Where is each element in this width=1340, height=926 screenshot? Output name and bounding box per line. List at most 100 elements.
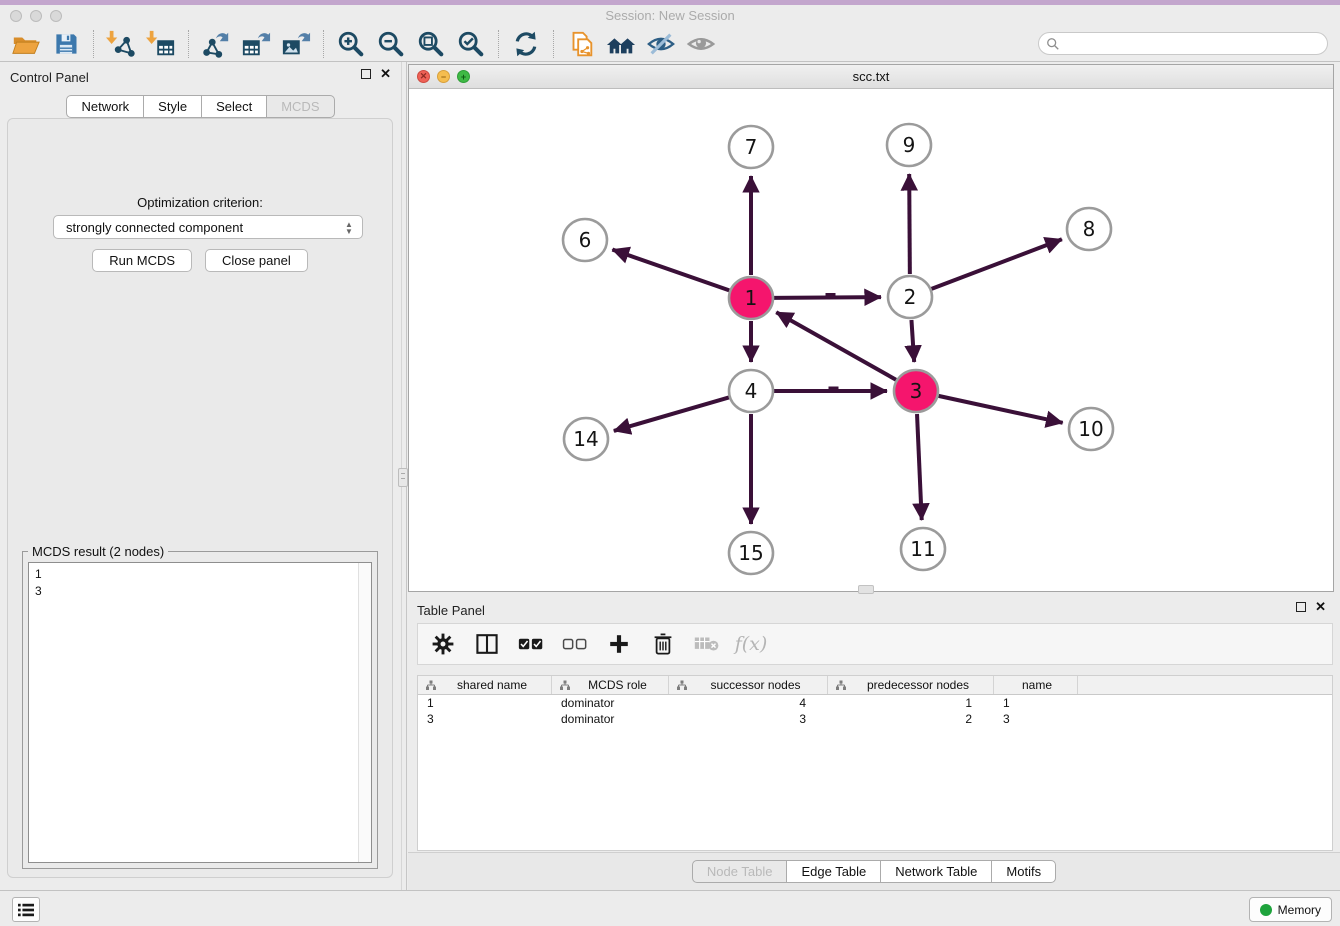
close-table-panel-icon[interactable]: ✕ (1315, 602, 1326, 612)
network-canvas-svg[interactable]: 7 9 6 8 1 2 4 3 14 10 15 11 (409, 89, 1333, 591)
deselect-all-button[interactable] (560, 629, 590, 659)
search-input[interactable] (1060, 35, 1327, 53)
graph-node-8[interactable]: 8 (1067, 208, 1111, 250)
table-row[interactable]: 3dominator323 (418, 711, 1332, 727)
graph-edge-4-14[interactable] (614, 397, 729, 430)
criterion-dropdown[interactable]: strongly connected component ▲▼ (53, 215, 363, 239)
graph-edge-2-3[interactable] (911, 320, 914, 362)
graph-edge-3-10[interactable] (938, 396, 1062, 423)
import-network-button[interactable] (101, 28, 141, 60)
import-table-button[interactable] (141, 28, 181, 60)
column-header-name[interactable]: name (994, 676, 1078, 694)
table-settings-button[interactable] (428, 629, 458, 659)
zoom-fit-icon (416, 29, 446, 59)
graph-edge-1-2[interactable] (774, 297, 881, 298)
table-cell[interactable]: 2 (828, 711, 994, 727)
graph-edge-2-8[interactable] (932, 239, 1062, 289)
graph-node-4[interactable]: 4 (729, 370, 773, 412)
table-cell[interactable]: 3 (994, 711, 1078, 727)
refresh-button[interactable] (506, 28, 546, 60)
toggle-columns-button[interactable] (472, 629, 502, 659)
search-box[interactable] (1038, 32, 1328, 55)
graph-node-11[interactable]: 11 (901, 528, 945, 570)
zoom-fit-button[interactable] (411, 28, 451, 60)
node-table[interactable]: shared nameMCDS rolesuccessor nodesprede… (417, 675, 1333, 851)
table-cell[interactable]: 4 (669, 695, 828, 711)
memory-button[interactable]: Memory (1249, 897, 1332, 922)
table-cell[interactable]: dominator (552, 695, 669, 711)
graph-node-6[interactable]: 6 (563, 219, 607, 261)
node-label: 9 (903, 133, 916, 157)
export-image-button[interactable] (276, 28, 316, 60)
export-table-button[interactable] (236, 28, 276, 60)
tab-network[interactable]: Network (66, 95, 144, 118)
graph-edge-3-1[interactable] (776, 312, 896, 379)
float-table-panel-icon[interactable] (1296, 602, 1306, 612)
table-cell[interactable]: 1 (418, 695, 552, 711)
node-label: 7 (745, 135, 758, 159)
table-row[interactable]: 1dominator411 (418, 695, 1332, 711)
function-builder-button[interactable]: f(x) (736, 629, 766, 659)
copy-network-view-button[interactable] (561, 28, 601, 60)
run-mcds-button[interactable]: Run MCDS (92, 249, 192, 272)
horizontal-divider-grip[interactable] (858, 585, 874, 594)
table-cell[interactable]: 3 (669, 711, 828, 727)
graph-node-1[interactable]: 1 (729, 277, 773, 319)
node-label: 10 (1078, 417, 1103, 441)
save-session-button[interactable] (46, 28, 86, 60)
main-toolbar (0, 27, 1340, 62)
table-cell[interactable]: 1 (828, 695, 994, 711)
graph-edge-3-11[interactable] (917, 414, 922, 520)
list-icon (17, 902, 35, 918)
tab-style[interactable]: Style (143, 95, 202, 118)
close-panel-icon[interactable]: ✕ (380, 69, 391, 79)
column-header-successor-nodes[interactable]: successor nodes (669, 676, 828, 694)
graph-node-15[interactable]: 15 (729, 532, 773, 574)
node-label: 2 (904, 285, 917, 309)
table-cell[interactable]: 1 (994, 695, 1078, 711)
control-panel-title: Control Panel (10, 70, 89, 85)
search-icon (1046, 37, 1060, 51)
node-label: 11 (910, 537, 935, 561)
mcds-result-text[interactable]: 1 3 (28, 562, 372, 863)
close-panel-button[interactable]: Close panel (205, 249, 308, 272)
column-header-shared-name[interactable]: shared name (418, 676, 552, 694)
column-header-predecessor-nodes[interactable]: predecessor nodes (828, 676, 994, 694)
tab-motifs[interactable]: Motifs (991, 860, 1056, 883)
graph-node-9[interactable]: 9 (887, 124, 931, 166)
delete-table-button[interactable] (692, 629, 722, 659)
tab-edge-table[interactable]: Edge Table (786, 860, 881, 883)
graph-edge-1-6[interactable] (612, 250, 729, 291)
panel-divider-grip[interactable] (398, 468, 408, 487)
task-history-button[interactable] (12, 897, 40, 922)
tab-network-table[interactable]: Network Table (880, 860, 992, 883)
table-body: 1dominator4113dominator323 (418, 695, 1332, 727)
graph-node-10[interactable]: 10 (1069, 408, 1113, 450)
first-neighbors-button[interactable] (601, 28, 641, 60)
open-session-button[interactable] (6, 28, 46, 60)
tab-select[interactable]: Select (201, 95, 267, 118)
tab-mcds[interactable]: MCDS (266, 95, 334, 118)
zoom-in-button[interactable] (331, 28, 371, 60)
table-cell[interactable]: dominator (552, 711, 669, 727)
gear-icon (431, 632, 455, 656)
table-cell[interactable]: 3 (418, 711, 552, 727)
export-network-button[interactable] (196, 28, 236, 60)
graph-node-7[interactable]: 7 (729, 126, 773, 168)
delete-row-button[interactable] (648, 629, 678, 659)
add-row-button[interactable] (604, 629, 634, 659)
hide-selected-button[interactable] (641, 28, 681, 60)
float-panel-icon[interactable] (361, 69, 371, 79)
graph-node-14[interactable]: 14 (564, 418, 608, 460)
zoom-out-button[interactable] (371, 28, 411, 60)
result-scrollbar[interactable] (358, 563, 371, 862)
graph-node-2[interactable]: 2 (888, 276, 932, 318)
show-all-button[interactable] (681, 28, 721, 60)
select-all-button[interactable] (516, 629, 546, 659)
tab-node-table[interactable]: Node Table (692, 860, 788, 883)
graph-edge-2-9[interactable] (909, 174, 910, 274)
zoom-selected-button[interactable] (451, 28, 491, 60)
graph-node-3[interactable]: 3 (894, 370, 938, 412)
network-window-titlebar[interactable]: ✕ − + scc.txt (409, 65, 1333, 89)
column-header-mcds-role[interactable]: MCDS role (552, 676, 669, 694)
